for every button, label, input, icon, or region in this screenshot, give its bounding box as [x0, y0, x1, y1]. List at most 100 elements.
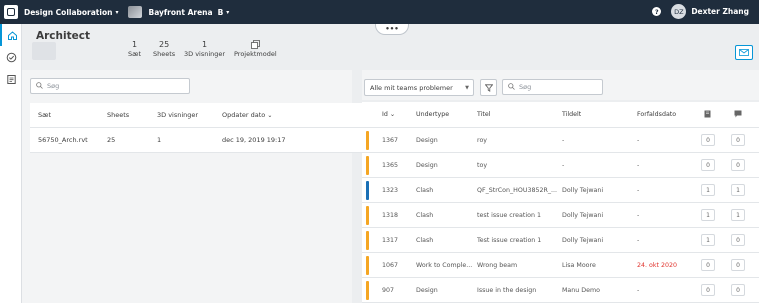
attachment-count-badge[interactable]: 0 [701, 134, 715, 146]
comment-count-badge[interactable]: 0 [731, 284, 745, 296]
comment-icon [734, 110, 742, 117]
column-header-updated-date[interactable]: Opdater dato ⌄ [222, 111, 312, 119]
avatar[interactable]: DZ [671, 4, 687, 19]
column-header-attachments[interactable] [704, 110, 711, 120]
table-row[interactable]: 907 Design Issue in the design Manu Demo… [362, 278, 759, 303]
table-row[interactable]: 1318 Clash test issue creation 1 Dolly T… [362, 203, 759, 228]
copy-model-icon [250, 40, 260, 49]
funnel-icon [484, 83, 493, 92]
issue-title[interactable]: Test issue creation 1 [477, 237, 559, 244]
header-collapse-toggle[interactable]: ••• [375, 24, 409, 35]
updated-date: dec 19, 2019 19:17 [222, 136, 286, 144]
issue-id: 1323 [382, 186, 399, 194]
issue-title[interactable]: toy [477, 162, 559, 169]
issue-title[interactable]: QF_StrCon_HOU3852R_... [477, 187, 559, 194]
attachment-count-badge[interactable]: 1 [701, 184, 715, 196]
column-header-comments[interactable] [734, 110, 742, 120]
user-name[interactable]: Dexter Zhang [691, 7, 749, 16]
table-row[interactable]: 1365 Design toy - - 0 0 [362, 153, 759, 178]
sidebar-item-home[interactable] [0, 24, 22, 46]
attachment-count-badge[interactable]: 1 [701, 234, 715, 246]
search-icon [36, 81, 43, 91]
column-header-3d-views[interactable]: 3D visninger [157, 111, 222, 119]
column-header-title[interactable]: Titel [477, 111, 491, 118]
status-color-bar [366, 156, 369, 175]
filter-button[interactable] [480, 79, 497, 96]
column-header-id[interactable]: Id ⌄ [382, 111, 395, 118]
table-row[interactable]: 1367 Design roy - - 0 0 [362, 128, 759, 153]
issue-assigned: - [562, 161, 565, 169]
issue-due-date: - [637, 211, 640, 219]
sidebar-item-issues[interactable] [0, 46, 22, 68]
table-header-row: Id ⌄ Undertype Titel Tildelt Forfaldsdat… [362, 102, 759, 128]
issue-due-date: - [637, 161, 640, 169]
issue-id: 1365 [382, 161, 399, 169]
email-button[interactable] [735, 45, 753, 60]
issue-due-date: - [637, 236, 640, 244]
issue-title[interactable]: Wrong beam [477, 262, 559, 269]
project-caret-icon[interactable]: ▾ [226, 9, 229, 16]
issue-filter-dropdown[interactable]: Alle mit teams problemer ▼ [364, 79, 474, 96]
issue-subtype: Clash [416, 236, 434, 244]
issue-id: 1367 [382, 136, 399, 144]
issue-assigned: Dolly Tejwani [562, 236, 604, 244]
status-color-bar [366, 181, 369, 200]
page-title: Architect [36, 30, 90, 42]
project-selector[interactable]: Bayfront Arena [148, 8, 212, 17]
app-switcher-caret-icon[interactable]: ▾ [115, 9, 118, 16]
mail-icon [739, 49, 749, 56]
home-icon [7, 30, 17, 40]
comment-count-badge[interactable]: 1 [731, 209, 745, 221]
issue-title[interactable]: roy [477, 137, 559, 144]
issue-id: 1318 [382, 211, 399, 219]
issues-search-input[interactable]: Søg [502, 79, 603, 95]
issue-id: 1067 [382, 261, 399, 269]
issues-filter-bar: Alle mit teams problemer ▼ Søg [362, 70, 759, 100]
comment-count-badge[interactable]: 0 [731, 159, 745, 171]
search-placeholder: Søg [47, 82, 60, 90]
comment-count-badge[interactable]: 0 [731, 259, 745, 271]
column-header-assigned[interactable]: Tildelt [562, 111, 581, 118]
stat-sheets: 25 Sheets [153, 40, 176, 58]
column-header-subtype[interactable]: Undertype [416, 111, 449, 118]
stat-project-model[interactable]: Projektmodel [234, 40, 277, 58]
attachment-count-badge[interactable]: 0 [701, 284, 715, 296]
status-color-bar [366, 256, 369, 275]
issue-title[interactable]: Issue in the design [477, 287, 559, 294]
help-icon[interactable]: ? [652, 7, 662, 16]
table-row[interactable]: 1067 Work to Comple... Wrong beam Lisa M… [362, 253, 759, 278]
views-count: 1 [157, 136, 162, 144]
sidebar-item-log[interactable] [0, 68, 22, 90]
comment-count-badge[interactable]: 0 [731, 234, 745, 246]
column-header-sheets[interactable]: Sheets [107, 111, 157, 119]
attachment-count-badge[interactable]: 0 [701, 159, 715, 171]
issues-table: Id ⌄ Undertype Titel Tildelt Forfaldsdat… [362, 102, 759, 303]
table-row[interactable]: 1317 Clash Test issue creation 1 Dolly T… [362, 228, 759, 253]
comment-count-badge[interactable]: 0 [731, 134, 745, 146]
comment-count-badge[interactable]: 1 [731, 184, 745, 196]
project-thumbnail [128, 6, 143, 18]
stat-3d-views: 1 3D visninger [184, 40, 226, 58]
column-header-set[interactable]: Sæt [30, 111, 107, 119]
issue-assigned: - [562, 136, 565, 144]
table-row[interactable]: 56750_Arch.rvt 25 1 dec 19, 2019 19:17 [30, 128, 364, 153]
sets-panel: Søg Sæt Sheets 3D visninger Opdater dato… [22, 70, 364, 303]
sheets-count: 25 [107, 136, 116, 144]
app-logo-icon[interactable] [4, 5, 18, 19]
top-navigation-bar: Design Collaboration ▾ Bayfront Arena B … [0, 0, 759, 24]
chevron-down-icon: ▼ [465, 84, 469, 91]
app-switcher[interactable]: Design Collaboration [24, 8, 112, 17]
sets-search-input[interactable]: Søg [30, 78, 190, 94]
sidebar [0, 24, 22, 303]
search-icon [508, 82, 515, 92]
sort-desc-icon: ⌄ [389, 111, 396, 118]
status-color-bar [366, 231, 369, 250]
set-name[interactable]: 56750_Arch.rvt [30, 136, 107, 144]
table-row[interactable]: 1323 Clash QF_StrCon_HOU3852R_... Dolly … [362, 178, 759, 203]
column-header-due-date[interactable]: Forfaldsdato [637, 111, 676, 118]
issue-subtype: Design [416, 286, 438, 294]
issue-title[interactable]: test issue creation 1 [477, 212, 559, 219]
attachment-count-badge[interactable]: 1 [701, 209, 715, 221]
issue-assigned: Dolly Tejwani [562, 186, 604, 194]
attachment-count-badge[interactable]: 0 [701, 259, 715, 271]
